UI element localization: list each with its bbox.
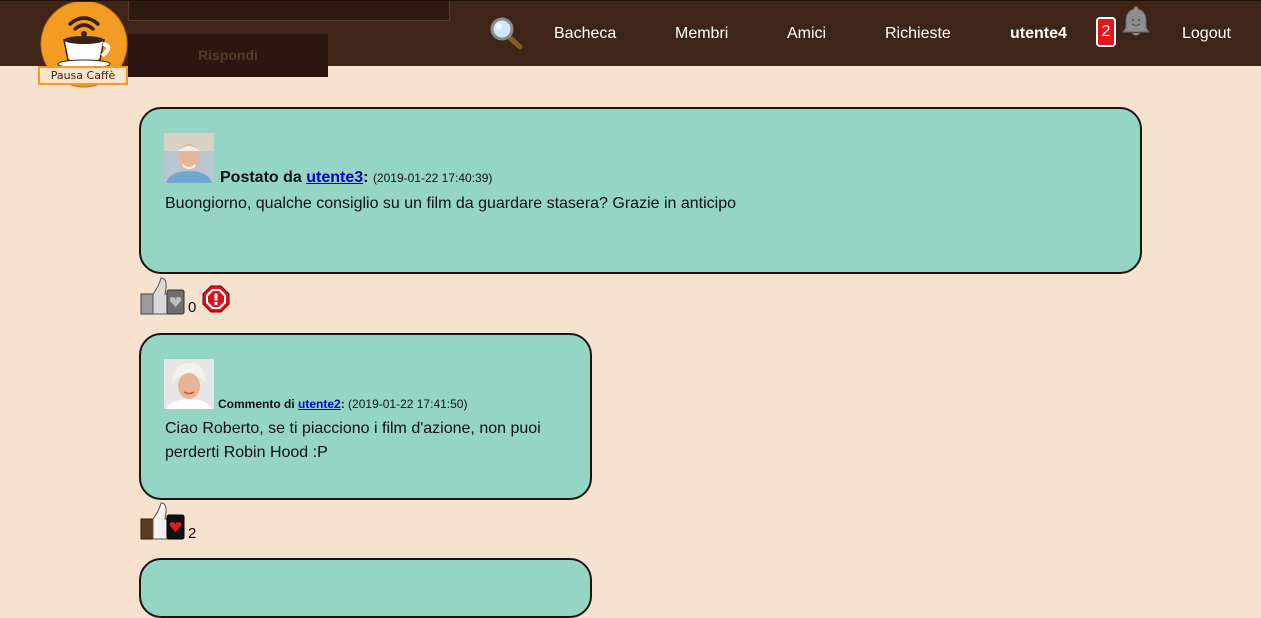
nav-membri[interactable]: Membri [675,25,728,43]
comment-meta: Commento di utente2: (2019-01-22 17:41:5… [218,397,467,411]
comment-timestamp: (2019-01-22 17:41:50) [348,397,468,411]
search-icon[interactable] [488,16,524,50]
notification-badge[interactable]: 2 [1096,17,1116,47]
post-like-count: 0 [188,299,197,316]
nav-bacheca[interactable]: Bacheca [554,25,616,43]
comment-colon: : [340,397,345,411]
site-logo[interactable]: Pausa Caffè [36,0,132,88]
nav-richieste[interactable]: Richieste [885,25,951,43]
bell-icon[interactable] [1120,5,1152,41]
post-colon: : [363,169,369,186]
post-timestamp: (2019-01-22 17:40:39) [372,171,493,185]
avatar[interactable] [164,359,214,409]
logo-label: Pausa Caffè [38,66,128,85]
post-meta: Postato da utente3: (2019-01-22 17:40:39… [220,169,492,187]
comment-card [139,558,592,618]
comment-body: Ciao Roberto, se ti piacciono i film d'a… [165,420,541,461]
comment-card: Commento di utente2: (2019-01-22 17:41:5… [139,333,592,500]
report-icon[interactable] [202,285,230,313]
comment-like-count: 2 [188,525,197,542]
top-navbar: Rispondi Bacheca Membri Amici Richieste … [0,0,1261,77]
nav-logout[interactable]: Logout [1182,25,1231,43]
post-author-link[interactable]: utente3 [306,169,363,186]
comment-prefix: Commento di [218,397,295,411]
post-prefix: Postato da [220,169,302,186]
reply-textarea[interactable] [128,1,450,21]
reply-button[interactable]: Rispondi [128,34,328,77]
nav-user-profile[interactable]: utente4 [1010,25,1067,43]
post-card: Postato da utente3: (2019-01-22 17:40:39… [139,107,1142,274]
post-body: Buongiorno, qualche consiglio su un film… [165,195,737,212]
comment-author-link[interactable]: utente2 [298,397,341,411]
nav-amici[interactable]: Amici [787,25,826,43]
avatar[interactable] [164,133,214,183]
like-icon[interactable] [139,276,185,316]
like-icon[interactable] [139,501,185,541]
